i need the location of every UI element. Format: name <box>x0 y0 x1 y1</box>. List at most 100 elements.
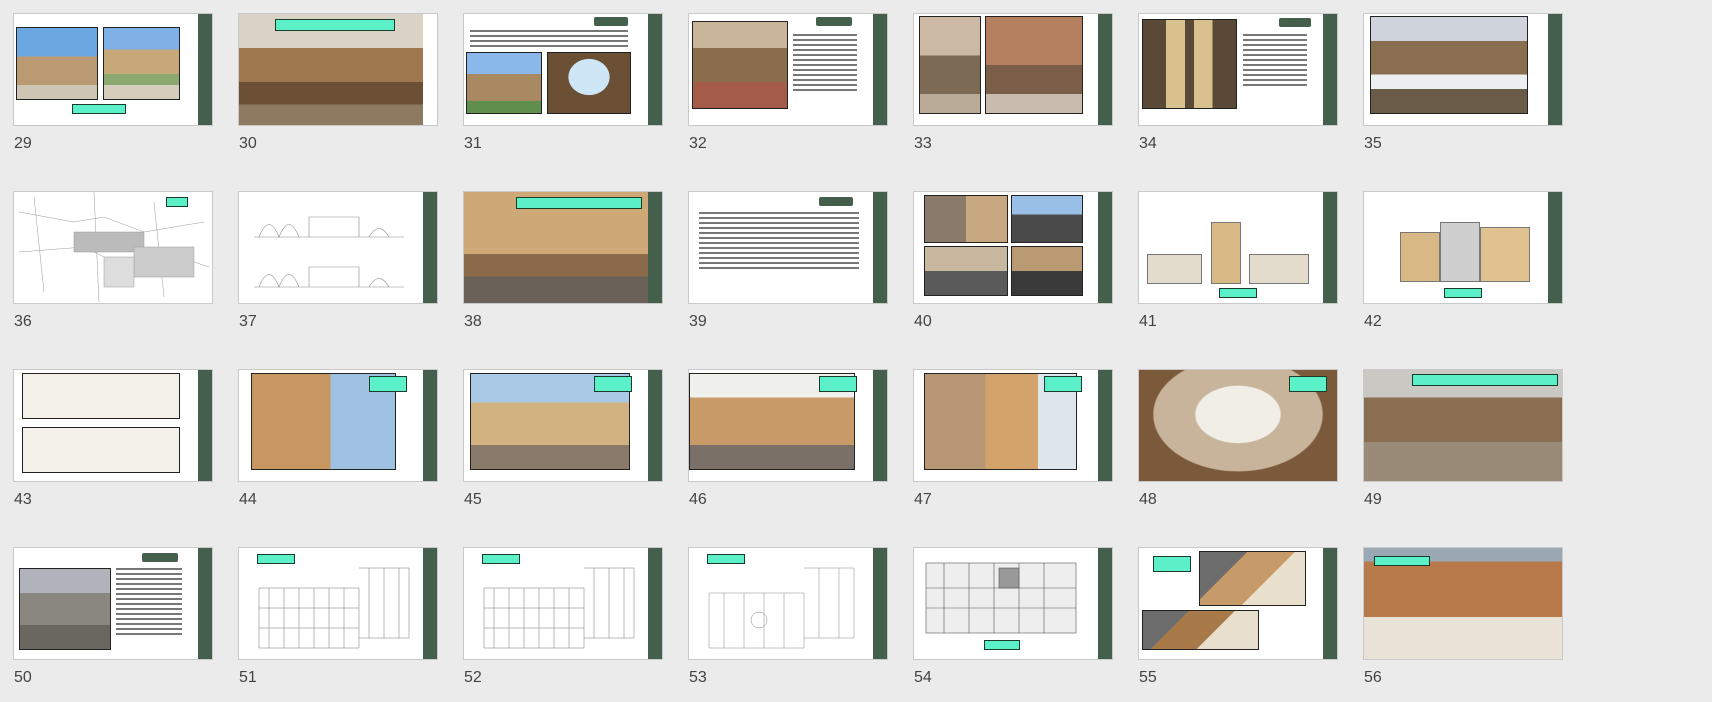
label-tag <box>166 197 188 207</box>
photo <box>103 27 180 100</box>
slide-thumbnail[interactable] <box>463 13 663 126</box>
slide-number: 31 <box>464 135 482 152</box>
slide-thumbnail[interactable] <box>13 369 213 482</box>
slide-56[interactable]: 56 <box>1350 534 1563 686</box>
slide-47[interactable]: 47 <box>900 356 1113 508</box>
slide-thumbnail[interactable] <box>1138 13 1338 126</box>
slide-thumbnail[interactable] <box>13 13 213 126</box>
slide-thumbnail[interactable] <box>1138 369 1338 482</box>
slide-43[interactable]: 43 <box>0 356 213 508</box>
slide-33[interactable]: 33 <box>900 0 1113 152</box>
photo <box>919 16 981 114</box>
render <box>1142 610 1259 650</box>
slide-45[interactable]: 45 <box>450 356 663 508</box>
slide-thumbnail[interactable] <box>463 547 663 660</box>
slide-thumbnail[interactable] <box>913 13 1113 126</box>
slide-thumbnail[interactable] <box>1138 191 1338 304</box>
slide-thumbnail[interactable] <box>1363 191 1563 304</box>
slide-51[interactable]: 51 <box>225 534 438 686</box>
slide-number: 37 <box>239 313 257 330</box>
photo <box>924 246 1008 296</box>
slide-54[interactable]: 54 <box>900 534 1113 686</box>
caption-tag <box>1153 556 1191 572</box>
slide-thumbnail[interactable] <box>238 369 438 482</box>
slide-number: 33 <box>914 135 932 152</box>
slide-thumbnail[interactable] <box>1363 369 1563 482</box>
slide-accent-bar <box>1548 192 1562 303</box>
slide-48[interactable]: 48 <box>1125 356 1338 508</box>
slide-thumbnail[interactable] <box>1138 547 1338 660</box>
slide-38[interactable]: 38 <box>450 178 663 330</box>
slide-49[interactable]: 49 <box>1350 356 1563 508</box>
slide-34[interactable]: 34 <box>1125 0 1338 152</box>
slide-36[interactable]: 36 <box>0 178 213 330</box>
slide-52[interactable]: 52 <box>450 534 663 686</box>
slide-thumbnail[interactable] <box>463 191 663 304</box>
slide-accent-bar <box>198 14 212 125</box>
slide-35[interactable]: 35 <box>1350 0 1563 152</box>
photo <box>985 16 1083 114</box>
heading-tag <box>142 553 178 562</box>
photo <box>547 52 631 114</box>
slide-29[interactable]: 29 <box>0 0 213 152</box>
slide-32[interactable]: 32 <box>675 0 888 152</box>
caption-tag <box>369 376 407 392</box>
slide-thumbnail[interactable] <box>1363 547 1563 660</box>
photo <box>1011 195 1083 243</box>
caption-tag <box>72 104 126 114</box>
slide-thumbnail[interactable] <box>1363 13 1563 126</box>
slide-thumbnail[interactable] <box>688 369 888 482</box>
slide-55[interactable]: 55 <box>1125 534 1338 686</box>
body-text <box>1243 34 1307 89</box>
slide-thumbnail[interactable] <box>913 369 1113 482</box>
slide-number: 56 <box>1364 669 1382 686</box>
slide-accent-bar <box>198 370 212 481</box>
slide-thumbnail[interactable] <box>913 191 1113 304</box>
slide-thumbnail[interactable] <box>913 547 1113 660</box>
slide-41[interactable]: 41 <box>1125 178 1338 330</box>
slide-accent-bar <box>1098 548 1112 659</box>
slide-44[interactable]: 44 <box>225 356 438 508</box>
slide-number: 36 <box>14 313 32 330</box>
photo <box>16 27 98 100</box>
slide-number: 53 <box>689 669 707 686</box>
slide-thumbnail[interactable] <box>238 547 438 660</box>
slide-31[interactable]: 31 <box>450 0 663 152</box>
slide-number: 48 <box>1139 491 1157 508</box>
elevation-render <box>22 373 180 419</box>
slide-53[interactable]: 53 <box>675 534 888 686</box>
slide-accent-bar <box>648 370 662 481</box>
heading-tag <box>816 17 852 26</box>
photo <box>692 21 788 109</box>
slide-42[interactable]: 42 <box>1350 178 1563 330</box>
slide-thumbnail[interactable] <box>13 547 213 660</box>
title-tag <box>1412 374 1558 386</box>
slide-39[interactable]: 39 <box>675 178 888 330</box>
body-text <box>470 30 628 50</box>
slide-thumbnail[interactable] <box>688 547 888 660</box>
body-text <box>116 568 182 638</box>
slide-number: 29 <box>14 135 32 152</box>
slide-thumbnail[interactable] <box>463 369 663 482</box>
slide-thumbnail[interactable] <box>13 191 213 304</box>
slide-thumbnail[interactable] <box>238 13 438 126</box>
drawing-block <box>1400 232 1440 282</box>
slide-50[interactable]: 50 <box>0 534 213 686</box>
slide-46[interactable]: 46 <box>675 356 888 508</box>
photo <box>1364 370 1562 481</box>
label-tag <box>482 554 520 564</box>
slide-accent-bar <box>423 548 437 659</box>
slide-37[interactable]: 37 <box>225 178 438 330</box>
slide-thumbnail[interactable] <box>238 191 438 304</box>
slide-thumbnail[interactable] <box>688 191 888 304</box>
slide-accent-bar <box>1323 192 1337 303</box>
site-plan-drawing <box>18 192 210 303</box>
slide-number: 40 <box>914 313 932 330</box>
slide-40[interactable]: 40 <box>900 178 1113 330</box>
slide-thumbnail[interactable] <box>688 13 888 126</box>
slide-accent-bar <box>873 14 887 125</box>
caption-tag <box>1444 288 1482 298</box>
slide-number: 49 <box>1364 491 1382 508</box>
slide-30[interactable]: 30 <box>225 0 438 152</box>
slide-number: 38 <box>464 313 482 330</box>
